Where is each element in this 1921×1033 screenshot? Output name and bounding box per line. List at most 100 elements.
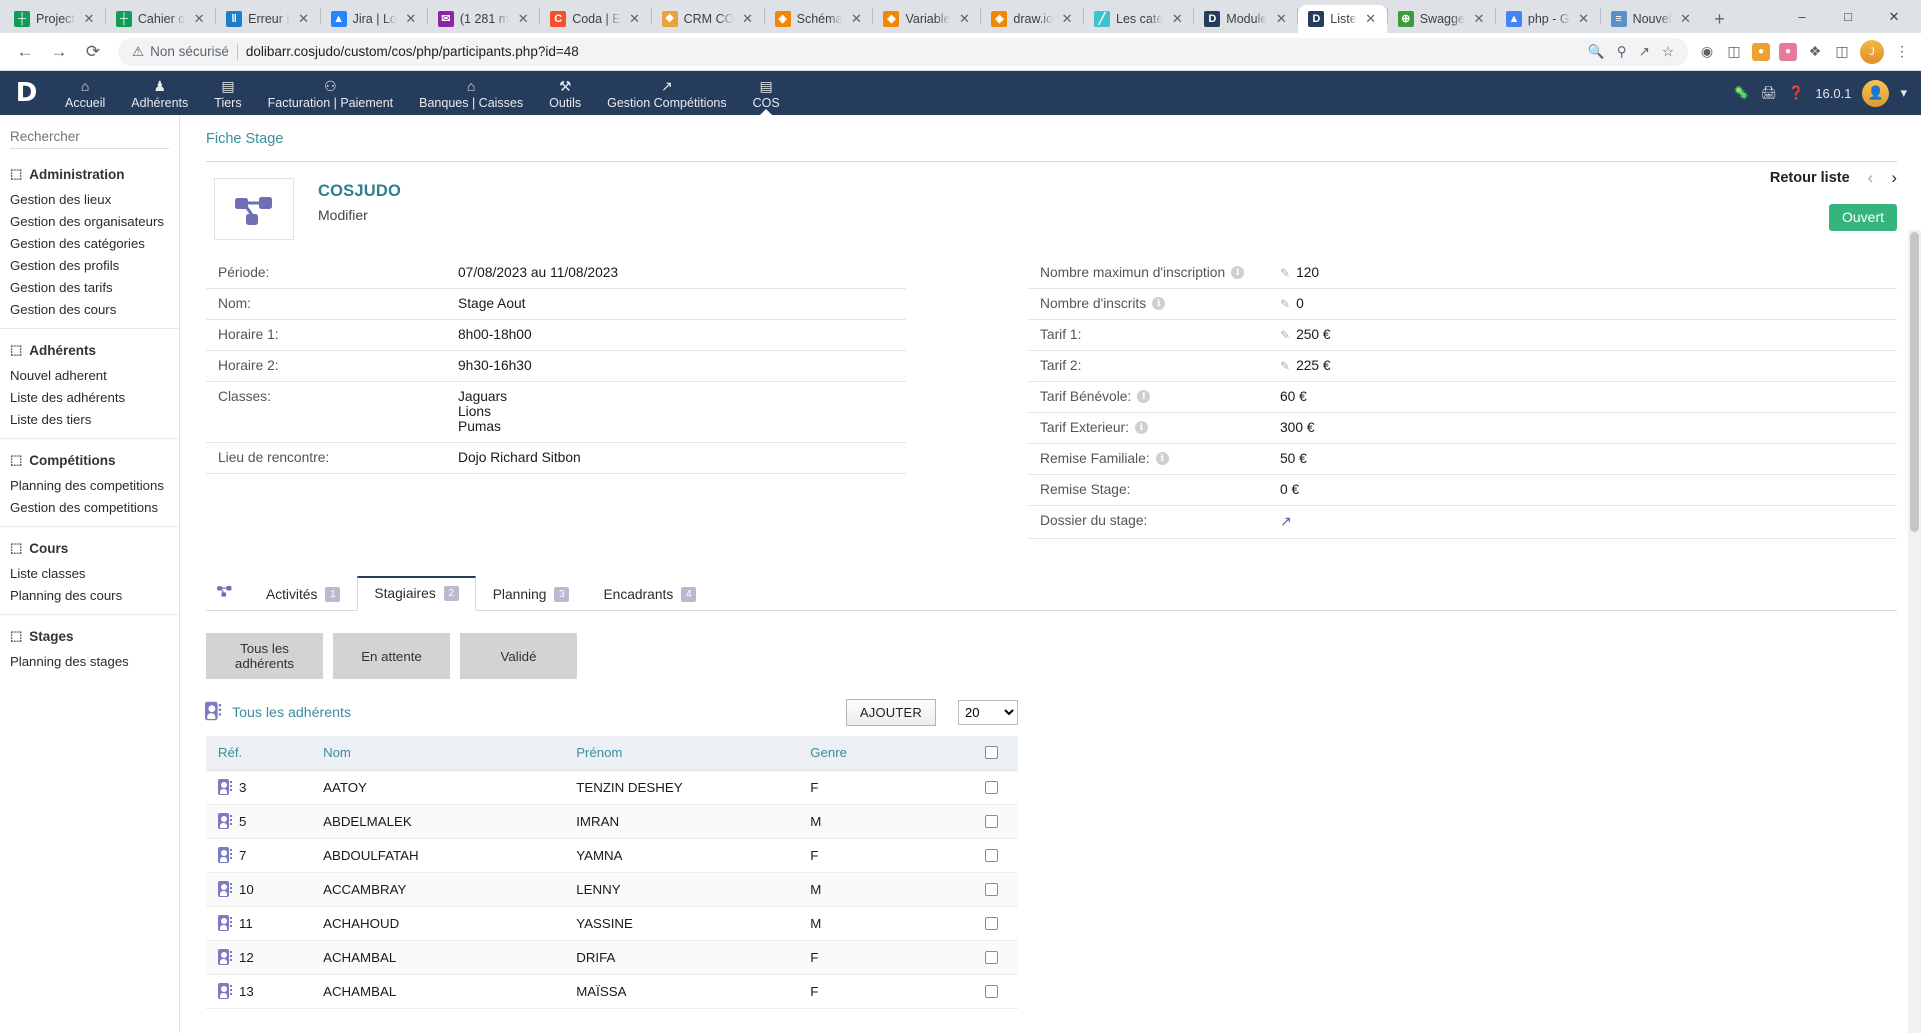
table-row[interactable]: 12 ACHAMBAL DRIFA F <box>206 940 1018 975</box>
browser-tab[interactable]: ⊕ Swagge ✕ <box>1388 5 1495 33</box>
sidebar-item-liste-des-tiers[interactable]: Liste des tiers <box>0 408 179 430</box>
extension-blue-icon[interactable]: ❖ <box>1806 43 1824 61</box>
topnav-item-outils[interactable]: ⚒ Outils <box>536 71 594 115</box>
sidebar-group-title[interactable]: ⬚ Administration <box>0 163 179 188</box>
browser-tab[interactable]: ‖ Erreur | ✕ <box>216 5 319 33</box>
browser-tab[interactable]: ◈ draw.io ✕ <box>981 5 1083 33</box>
sidebar-item-gestion-des-organisateurs[interactable]: Gestion des organisateurs <box>0 210 179 232</box>
topnav-item-banques-caisses[interactable]: ⌂ Banques | Caisses <box>406 71 536 115</box>
forward-button[interactable]: → <box>44 37 74 67</box>
sidebar-item-gestion-des-profils[interactable]: Gestion des profils <box>0 254 179 276</box>
user-avatar[interactable]: 👤 <box>1862 79 1890 107</box>
tab-stagiaires[interactable]: Stagiaires 2 <box>357 576 476 611</box>
sidebar-group-title[interactable]: ⬚ Compétitions <box>0 449 179 474</box>
bookmark-star-icon[interactable]: ☆ <box>1662 44 1674 60</box>
cast-icon[interactable]: ◫ <box>1725 43 1743 61</box>
browser-tab[interactable]: D Liste ✕ <box>1298 5 1387 33</box>
edit-pencil-icon[interactable]: ✎ <box>1280 266 1290 280</box>
cell-ref[interactable]: 11 <box>206 906 312 941</box>
cell-nom[interactable]: ABDELMALEK <box>311 804 565 839</box>
topnav-item-accueil[interactable]: ⌂ Accueil <box>52 71 118 115</box>
column-header-prenom[interactable]: Prénom <box>564 736 799 771</box>
topnav-item-facturation-paiement[interactable]: ⚇ Facturation | Paiement <box>255 71 407 115</box>
sidebar-group-title[interactable]: ⬚ Adhérents <box>0 339 179 364</box>
sidebar-item-gestion-des-cours[interactable]: Gestion des cours <box>0 298 179 320</box>
maximize-button[interactable]: □ <box>1825 0 1871 33</box>
tab-activit-s[interactable]: Activités 1 <box>249 578 357 611</box>
sidebar-item-liste-des-adh-rents[interactable]: Liste des adhérents <box>0 386 179 408</box>
close-tab-icon[interactable]: ✕ <box>1471 11 1487 27</box>
browser-menu-icon[interactable]: ⋮ <box>1893 43 1911 61</box>
browser-tab[interactable]: ╱ Les caté ✕ <box>1084 5 1193 33</box>
row-checkbox[interactable] <box>985 780 999 794</box>
sidebar-item-liste-classes[interactable]: Liste classes <box>0 562 179 584</box>
back-button[interactable]: ← <box>10 37 40 67</box>
info-icon[interactable]: i <box>1155 452 1169 465</box>
edit-pencil-icon[interactable]: ✎ <box>1280 297 1290 311</box>
row-checkbox[interactable] <box>985 916 999 930</box>
minimize-button[interactable]: – <box>1779 0 1825 33</box>
back-to-list-link[interactable]: Retour liste <box>1770 170 1850 186</box>
extension-orange-icon[interactable]: ● <box>1752 42 1770 61</box>
cell-nom[interactable]: ABDOULFATAH <box>311 838 565 873</box>
profile-avatar[interactable]: J <box>1860 39 1884 64</box>
table-row[interactable]: 11 ACHAHOUD YASSINE M <box>206 906 1018 941</box>
table-row[interactable]: 10 ACCAMBRAY LENNY M <box>206 872 1018 907</box>
sidebar-item-gestion-des-tarifs[interactable]: Gestion des tarifs <box>0 276 179 298</box>
cell-nom[interactable]: ACHAHOUD <box>311 906 565 941</box>
tab-planning[interactable]: Planning 3 <box>476 578 587 611</box>
close-tab-icon[interactable]: ✕ <box>296 11 312 27</box>
close-tab-icon[interactable]: ✕ <box>1576 11 1592 27</box>
scrollbar-thumb[interactable] <box>1910 232 1919 532</box>
browser-tab[interactable]: ▲ Jira | Lo ✕ <box>321 5 427 33</box>
table-row[interactable]: 3 AATOY TENZIN DESHEY F <box>206 770 1018 805</box>
chevron-left-icon[interactable]: ‹ <box>1868 168 1874 188</box>
topnav-item-adh-rents[interactable]: ♟ Adhérents <box>118 71 201 115</box>
select-all-checkbox[interactable] <box>985 746 999 759</box>
location-icon[interactable]: ⚲ <box>1617 44 1627 60</box>
browser-tab[interactable]: ▲ php - G ✕ <box>1496 5 1600 33</box>
table-row[interactable]: 13 ACHAMBAL MAÏSSA F <box>206 974 1018 1009</box>
user-menu-caret-icon[interactable]: ▾ <box>1900 85 1907 101</box>
zoom-icon[interactable]: 🔍 <box>1588 44 1605 60</box>
sidebar-item-planning-des-stages[interactable]: Planning des stages <box>0 650 179 672</box>
close-tab-icon[interactable]: ✕ <box>403 11 419 27</box>
sidepanel-icon[interactable]: ◫ <box>1833 43 1851 61</box>
chevron-right-icon[interactable]: › <box>1891 168 1897 188</box>
browser-tab[interactable]: ◈ Schéma ✕ <box>765 5 873 33</box>
page-scrollbar[interactable] <box>1908 230 1921 1033</box>
browser-tab[interactable]: D Module ✕ <box>1194 5 1297 33</box>
cell-ref[interactable]: 5 <box>206 804 312 839</box>
extension-pink-icon[interactable]: ● <box>1779 42 1797 61</box>
add-button[interactable]: AJOUTER <box>845 699 936 726</box>
cell-ref[interactable]: 12 <box>206 940 312 975</box>
close-tab-icon[interactable]: ✕ <box>848 11 864 27</box>
tab-encadrants[interactable]: Encadrants 4 <box>586 578 713 611</box>
share-icon[interactable]: ↗ <box>1639 44 1650 60</box>
topnav-item-gestion-comp-titions[interactable]: ↗ Gestion Compétitions <box>594 71 740 115</box>
column-header-genre[interactable]: Genre <box>798 736 966 771</box>
close-tab-icon[interactable]: ✕ <box>1363 11 1379 27</box>
info-icon[interactable]: i <box>1231 266 1245 279</box>
close-tab-icon[interactable]: ✕ <box>627 11 643 27</box>
cell-ref[interactable]: 13 <box>206 974 312 1009</box>
sidebar-search[interactable]: ▾ <box>10 129 179 149</box>
table-row[interactable]: 7 ABDOULFATAH YAMNA F <box>206 838 1018 873</box>
table-row[interactable]: 5 ABDELMALEK IMRAN M <box>206 804 1018 839</box>
reload-button[interactable]: ⟳ <box>78 37 108 67</box>
column-header-ref[interactable]: Réf. <box>206 736 312 771</box>
browser-tab[interactable]: ≡ Nouvel ✕ <box>1601 5 1702 33</box>
address-bar[interactable]: ⚠ Non sécurisé dolibarr.cosjudo/custom/c… <box>118 37 1688 66</box>
search-input[interactable] <box>10 129 179 144</box>
sidebar-item-gestion-des-competitions[interactable]: Gestion des competitions <box>0 496 179 518</box>
sidebar-item-planning-des-competitions[interactable]: Planning des competitions <box>0 474 179 496</box>
print-icon[interactable]: 🖨 <box>1761 85 1778 101</box>
sidebar-group-title[interactable]: ⬚ Stages <box>0 625 179 650</box>
help-icon[interactable]: ❓ <box>1788 85 1804 101</box>
cell-nom[interactable]: ACHAMBAL <box>311 940 565 975</box>
edit-link[interactable]: Modifier <box>318 201 401 223</box>
close-tab-icon[interactable]: ✕ <box>740 11 756 27</box>
close-window-button[interactable]: ✕ <box>1871 0 1917 33</box>
extension-puzzle-icon[interactable]: ◉ <box>1698 43 1716 61</box>
close-tab-icon[interactable]: ✕ <box>1678 11 1694 27</box>
